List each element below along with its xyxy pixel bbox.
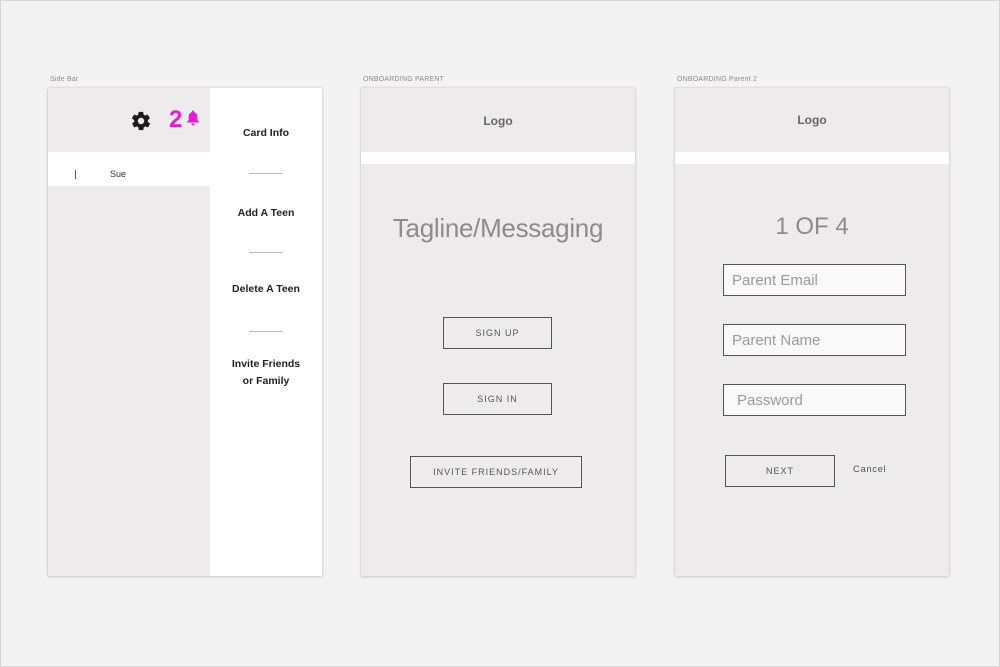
logo: Logo (483, 114, 513, 128)
menu-divider (249, 331, 283, 332)
bell-icon[interactable] (186, 110, 200, 126)
artboard-title-onboarding-parent: ONBOARDING PARENT (363, 76, 445, 83)
sign-in-button[interactable]: SIGN IN (443, 383, 552, 415)
sign-up-button[interactable]: SIGN UP (443, 317, 552, 349)
menu-divider (249, 252, 283, 253)
gear-icon[interactable] (130, 110, 152, 132)
menu-item-invite-line1: Invite Friends (231, 358, 301, 370)
tagline: Tagline/Messaging (392, 213, 604, 243)
user-name: Sue (110, 169, 127, 179)
menu-item-add-teen[interactable]: Add A Teen (210, 205, 322, 222)
notification-count[interactable]: 2 (169, 106, 182, 134)
artboard-title-onboarding-parent-2: ONBOARDING Parent 2 (677, 76, 758, 83)
step-indicator: 1 OF 4 (775, 213, 849, 240)
sidebar-header: 2 (48, 88, 210, 152)
header: Logo (361, 88, 635, 152)
sidebar-menu: Card Info Add A Teen Delete A Teen Invit… (210, 88, 322, 576)
password-field[interactable]: Password (723, 384, 906, 416)
parent-email-field[interactable]: Parent Email (723, 264, 906, 296)
menu-item-invite[interactable]: Invite Friends or Family (210, 356, 322, 390)
artboard-onboarding-parent: Logo Tagline/Messaging SIGN UP SIGN IN I… (361, 88, 635, 576)
parent-name-field[interactable]: Parent Name (723, 324, 906, 356)
header-divider-band (361, 152, 635, 164)
artboard-sidebar: 2 Sue Card Info Add A Teen Delete A Teen… (48, 88, 322, 576)
invite-friends-family-button[interactable]: INVITE FRIENDS/FAMILY (410, 456, 582, 488)
user-row[interactable] (48, 152, 210, 186)
cancel-link[interactable]: Cancel (853, 464, 886, 475)
header-divider-band (675, 152, 949, 164)
menu-item-delete-teen[interactable]: Delete A Teen (210, 281, 322, 298)
logo: Logo (797, 113, 827, 127)
menu-item-card-info[interactable]: Card Info (210, 125, 322, 142)
artboard-title-sidebar: Side Bar (50, 76, 79, 83)
header: Logo (675, 88, 949, 152)
artboard-onboarding-parent-2: Logo 1 OF 4 Parent Email Parent Name Pas… (675, 88, 949, 576)
sidebar-panel: 2 (48, 88, 210, 576)
menu-divider (249, 173, 283, 174)
next-button[interactable]: NEXT (725, 455, 835, 487)
user-indicator (75, 170, 76, 179)
menu-item-invite-line2: or Family (242, 375, 290, 387)
